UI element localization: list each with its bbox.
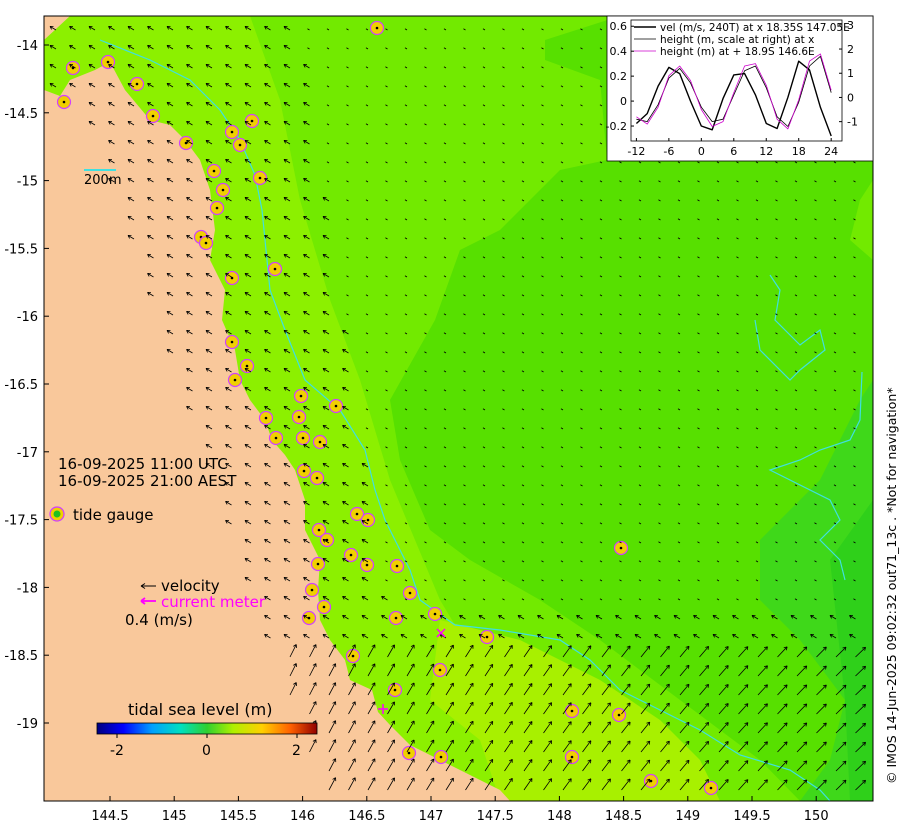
inset-x-tick-label: 24 [824,145,838,158]
colorbar-tick-2: 2 [292,743,301,759]
colorbar-tick-neg2: -2 [110,743,124,759]
inset-right-tick-label: 0 [847,91,854,104]
lat-tick-label: -17 [17,446,38,461]
inset-left-tick-label: 0.4 [610,45,628,58]
inset-left-tick-label: 0.2 [610,70,628,83]
scale-label: 0.4 (m/s) [125,611,193,629]
inset-x-tick-label: 18 [792,145,806,158]
inset-legend-vel: vel (m/s, 240T) at x 18.35S 147.05E [660,22,850,34]
inset-x-tick-label: 0 [698,145,705,158]
tide-gauge-legend-dot [53,510,61,518]
map-figure: 144.5 145 145.5 146 146.5 147 147.5 148 148.5 149… [4,15,899,824]
lon-tick-label: 147 [419,809,444,824]
lat-tick-label: -16 [17,310,38,325]
inset-right-tick-label: -1 [847,116,858,129]
lon-tick-label: 147.5 [477,809,514,824]
inset-legend-height: height (m, scale at right) at x [660,34,814,46]
inset-left-tick-label: 0 [620,95,627,108]
inset-legend-height-plus: height (m) at + 18.9S 146.6E [660,46,815,58]
lon-tick-label: 148 [547,809,572,824]
colorbar-tick-0: 0 [202,743,211,759]
inset-right-tick-label: 2 [847,43,854,56]
inset-x-tick-label: 12 [759,145,773,158]
tide-gauge-label: tide gauge [73,506,154,524]
inset-x-tick-label: 6 [730,145,737,158]
latitude-axis: -14 -14.5 -15 -15.5 -16 -16.5 -17 -17.5 -18 -18.5… [4,39,49,732]
current-meter-label: current meter [161,593,266,611]
colorbar-title: tidal sea level (m) [128,700,272,719]
time-utc: 16-09-2025 11:00 UTC [58,455,228,473]
lat-tick-label: -19 [17,717,38,732]
colorbar [96,722,318,735]
isobath-label: 200m [84,173,121,188]
lon-tick-label: 146.5 [348,809,385,824]
lat-tick-label: -15.5 [4,242,38,257]
lat-tick-label: -14.5 [4,107,38,122]
inset-left-tick-label: -0.2 [606,120,627,133]
lon-tick-label: 145.5 [220,809,257,824]
inset-timeseries-chart: -12 -6 0 6 12 18 240.60.40.20-0.23210-1 vel (m… [606,15,874,162]
time-aest: 16-09-2025 21:00 AEST [58,472,237,490]
lat-tick-label: -17.5 [4,514,38,529]
lat-tick-label: -15 [17,175,38,190]
inset-x-tick-label: -6 [663,145,674,158]
inset-right-tick-label: 1 [847,67,854,80]
lon-tick-label: 148.5 [605,809,642,824]
lon-tick-label: 150 [804,809,829,824]
lon-tick-label: 149.5 [733,809,770,824]
lat-tick-label: -14 [17,39,38,54]
lat-tick-label: -16.5 [4,378,38,393]
lon-tick-label: 145 [162,809,187,824]
inset-left-tick-label: 0.6 [610,20,628,33]
lon-tick-label: 149 [675,809,700,824]
credit-text: © IMOS 14-Jun-2025 09:02:32 out71_13c . … [884,387,899,784]
inset-x-tick-label: -12 [627,145,645,158]
lat-tick-label: -18.5 [4,649,38,664]
lon-tick-label: 146 [290,809,315,824]
lon-tick-label: 144.5 [91,809,128,824]
lat-tick-label: -18 [17,581,38,596]
